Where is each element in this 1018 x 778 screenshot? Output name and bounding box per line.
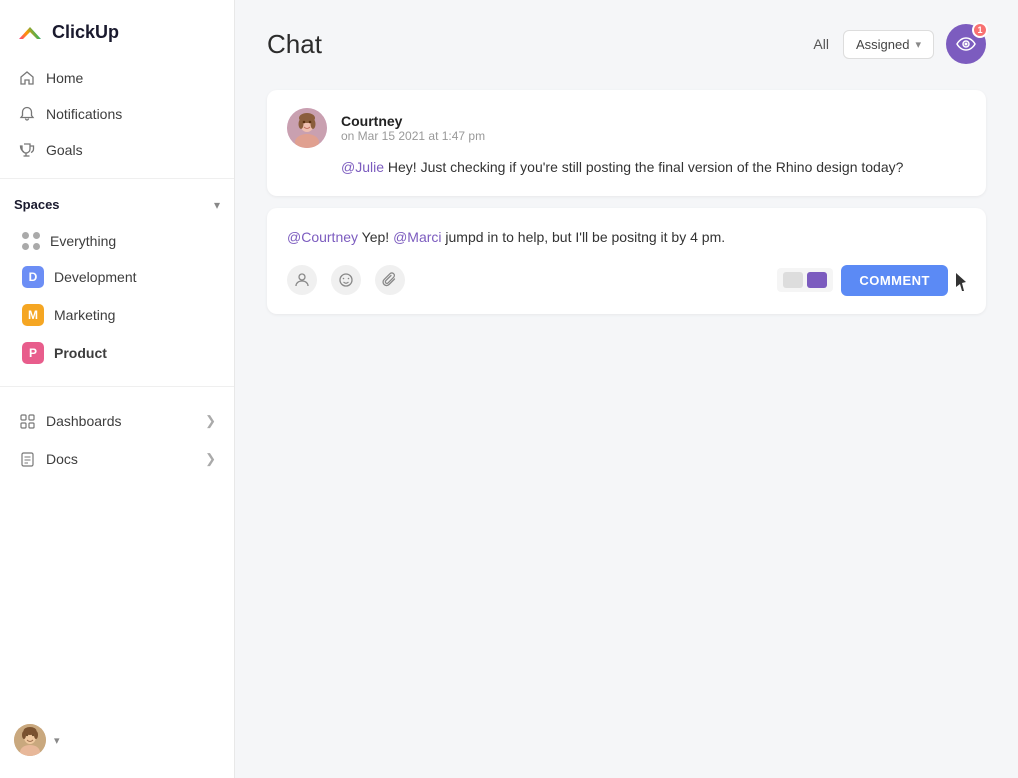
spaces-section-header[interactable]: Spaces ▾ — [0, 189, 234, 220]
goals-label: Goals — [46, 142, 83, 158]
person-icon — [294, 272, 310, 288]
format-icon-1[interactable] — [783, 272, 803, 288]
product-icon: P — [22, 342, 44, 364]
message-header-1: Courtney on Mar 15 2021 at 1:47 pm — [287, 108, 966, 148]
spaces-label: Spaces — [14, 197, 60, 212]
format-icon-group — [777, 268, 833, 292]
all-filter-button[interactable]: All — [811, 32, 831, 56]
mention-marci: @Marci — [393, 229, 441, 245]
sidebar-item-product[interactable]: P Product — [12, 334, 222, 372]
docs-chevron-icon: ❯ — [205, 451, 216, 467]
assigned-filter-button[interactable]: Assigned ▾ — [843, 30, 934, 59]
page-title: Chat — [267, 29, 322, 60]
eye-icon — [956, 37, 976, 51]
emoji-icon — [338, 272, 354, 288]
message-card-1: Courtney on Mar 15 2021 at 1:47 pm @Juli… — [267, 90, 986, 196]
docs-icon — [18, 450, 36, 468]
reply-text-1: Yep! — [358, 229, 393, 245]
message-text-1: Hey! Just checking if you're still posti… — [384, 159, 903, 175]
docs-label: Docs — [46, 451, 78, 467]
sidebar-item-home[interactable]: Home — [8, 60, 226, 96]
everything-label: Everything — [50, 233, 116, 249]
logo-area[interactable]: ClickUp — [0, 0, 234, 60]
sidebar-item-docs[interactable]: Docs ❯ — [8, 441, 226, 477]
attachment-icon-button[interactable] — [375, 265, 405, 295]
header-controls: All Assigned ▾ 1 — [811, 24, 986, 64]
notification-badge: 1 — [972, 22, 988, 38]
reply-actions-bar: COMMENT — [287, 265, 966, 296]
home-icon — [18, 69, 36, 87]
paperclip-icon — [382, 272, 398, 288]
assigned-label: Assigned — [856, 37, 909, 52]
bell-icon — [18, 105, 36, 123]
user-avatar-area: ▾ — [0, 714, 234, 766]
app-name: ClickUp — [52, 22, 119, 43]
notification-eye-button[interactable]: 1 — [946, 24, 986, 64]
clickup-logo-icon — [16, 18, 44, 46]
sidebar-item-marketing[interactable]: M Marketing — [12, 296, 222, 334]
emoji-icon-button[interactable] — [331, 265, 361, 295]
user-menu-chevron-icon[interactable]: ▾ — [54, 734, 60, 747]
user-avatar[interactable] — [14, 724, 46, 756]
reply-body: @Courtney Yep! @Marci jumpd in to help, … — [287, 226, 966, 248]
sidebar-divider-2 — [0, 386, 234, 387]
main-content: Chat All Assigned ▾ 1 — [235, 0, 1018, 778]
sidebar-item-development[interactable]: D Development — [12, 258, 222, 296]
marketing-icon: M — [22, 304, 44, 326]
courtney-avatar — [287, 108, 327, 148]
home-label: Home — [46, 70, 83, 86]
cursor-indicator — [956, 273, 966, 289]
spaces-list: Everything D Development M Marketing P P… — [0, 220, 234, 376]
development-label: Development — [54, 269, 137, 285]
notifications-label: Notifications — [46, 106, 122, 122]
chat-header: Chat All Assigned ▾ 1 — [235, 0, 1018, 80]
marketing-label: Marketing — [54, 307, 115, 323]
chevron-down-icon: ▾ — [214, 198, 220, 212]
format-icon-2[interactable] — [807, 272, 827, 288]
mention-julie: @Julie — [341, 159, 384, 175]
bottom-nav: Dashboards ❯ Docs ❯ — [0, 397, 234, 483]
sidebar-divider-1 — [0, 178, 234, 179]
chat-messages-area: Courtney on Mar 15 2021 at 1:47 pm @Juli… — [235, 80, 1018, 778]
message-body-1: @Julie Hey! Just checking if you're stil… — [287, 156, 966, 178]
sidebar: ClickUp Home Notifications Goals Spaces … — [0, 0, 235, 778]
dashboards-chevron-icon: ❯ — [205, 413, 216, 429]
sidebar-nav: Home Notifications Goals — [0, 60, 234, 168]
message-time-1: on Mar 15 2021 at 1:47 pm — [341, 129, 485, 143]
development-icon: D — [22, 266, 44, 288]
sidebar-item-everything[interactable]: Everything — [12, 224, 222, 258]
trophy-icon — [18, 141, 36, 159]
reply-right-controls: COMMENT — [777, 265, 966, 296]
person-icon-button[interactable] — [287, 265, 317, 295]
assigned-chevron-icon: ▾ — [915, 38, 921, 51]
product-label: Product — [54, 345, 107, 361]
sidebar-item-dashboards[interactable]: Dashboards ❯ — [8, 403, 226, 439]
reply-text-2: jumpd in to help, but I'll be positng it… — [442, 229, 726, 245]
everything-dots-icon — [22, 232, 40, 250]
sidebar-item-goals[interactable]: Goals — [8, 132, 226, 168]
sidebar-item-notifications[interactable]: Notifications — [8, 96, 226, 132]
mention-courtney: @Courtney — [287, 229, 358, 245]
dashboards-icon — [18, 412, 36, 430]
message-author-1: Courtney — [341, 113, 485, 129]
comment-button[interactable]: COMMENT — [841, 265, 948, 296]
reply-icon-group — [287, 265, 405, 295]
reply-card: @Courtney Yep! @Marci jumpd in to help, … — [267, 208, 986, 313]
dashboards-label: Dashboards — [46, 413, 122, 429]
